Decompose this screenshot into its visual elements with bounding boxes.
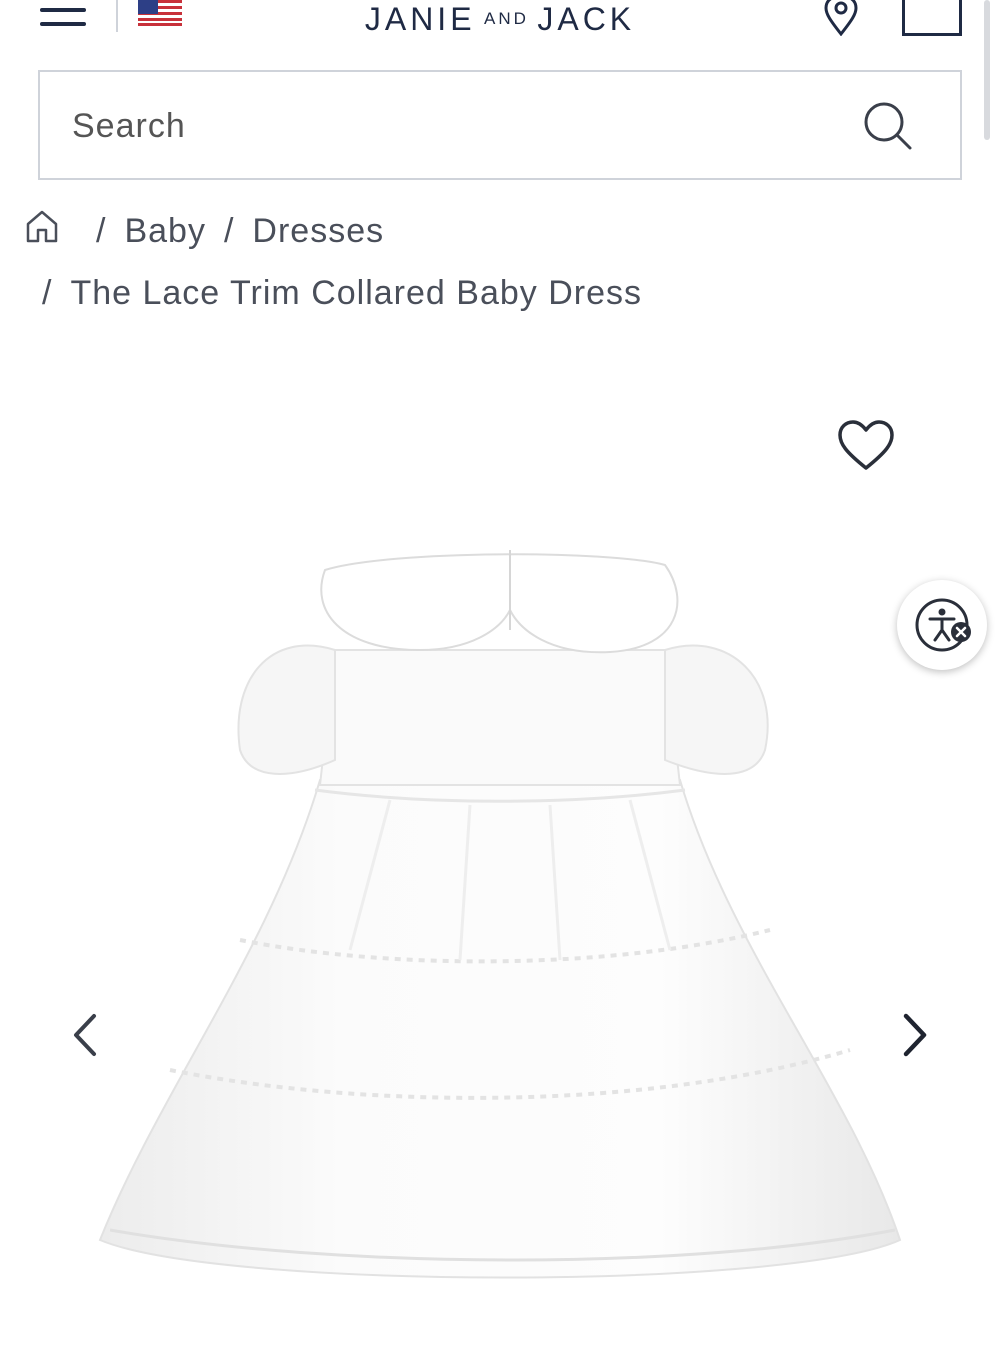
- home-icon[interactable]: [24, 208, 60, 244]
- search-icon[interactable]: [862, 100, 914, 152]
- logo-word-and: AND: [483, 9, 529, 28]
- breadcrumb-baby[interactable]: Baby: [124, 212, 206, 250]
- product-gallery: [0, 380, 1000, 1333]
- breadcrumb-separator: /: [96, 212, 107, 250]
- logo-word-janie: JANIE: [364, 1, 476, 37]
- location-pin-icon[interactable]: [820, 0, 862, 37]
- breadcrumb-current-product: The Lace Trim Collared Baby Dress: [70, 274, 642, 312]
- accessibility-button[interactable]: [897, 580, 987, 670]
- site-header: JANIE AND JACK: [0, 0, 1000, 50]
- chevron-left-icon[interactable]: [66, 1010, 106, 1060]
- product-image[interactable]: [90, 530, 920, 1340]
- breadcrumb-separator: /: [223, 212, 235, 250]
- accessibility-icon: [915, 598, 971, 652]
- search-bar: [38, 70, 962, 180]
- shopping-bag-icon[interactable]: [902, 0, 962, 36]
- search-input[interactable]: [70, 72, 854, 180]
- breadcrumb-dresses[interactable]: Dresses: [252, 212, 384, 250]
- breadcrumb-separator: /: [42, 274, 53, 312]
- heart-icon[interactable]: [836, 420, 896, 472]
- scrollbar[interactable]: [984, 0, 990, 140]
- logo-word-jack: JACK: [537, 1, 636, 37]
- chevron-right-icon[interactable]: [894, 1010, 934, 1060]
